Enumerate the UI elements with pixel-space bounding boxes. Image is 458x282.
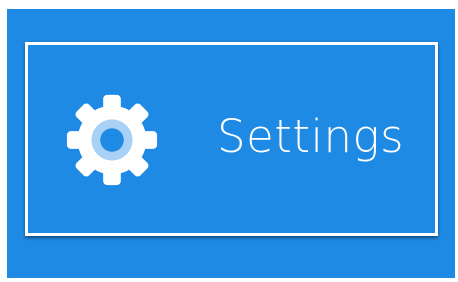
gear-icon [63,91,161,189]
screen-background: Settings [7,9,455,278]
settings-button[interactable]: Settings [25,42,438,236]
settings-label: Settings [217,110,405,163]
